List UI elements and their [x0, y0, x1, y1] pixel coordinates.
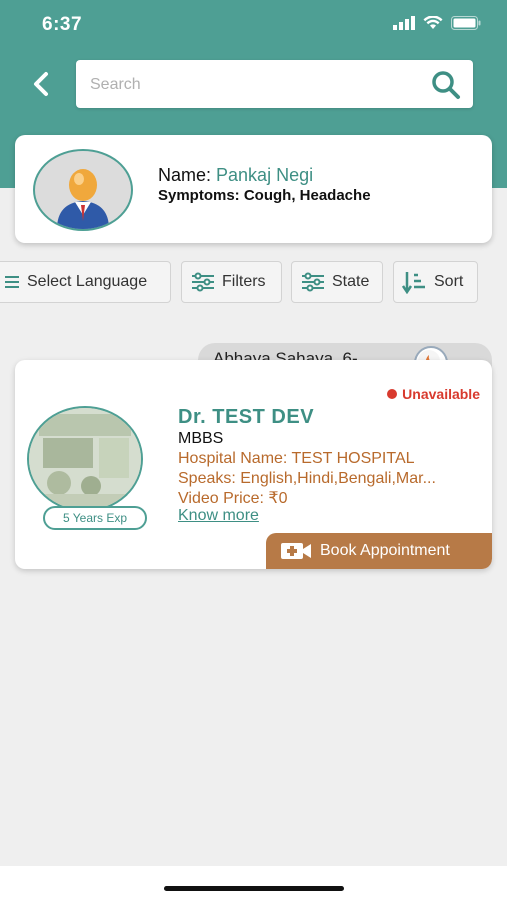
doctor-name: Dr. TEST DEV [178, 406, 315, 428]
doctor-photo [27, 406, 143, 512]
doctor-languages: Speaks: English,Hindi,Bengali,Mar... [178, 470, 436, 487]
patient-name-value: Pankaj Negi [216, 165, 314, 185]
filters-label: Filters [222, 273, 266, 290]
video-price: Video Price: ₹0 [178, 490, 288, 507]
sort-icon [402, 272, 425, 294]
book-appointment-label: Book Appointment [320, 542, 450, 559]
doctor-degree: MBBS [178, 430, 224, 447]
status-dot-icon [387, 389, 398, 399]
state-button[interactable]: State [291, 261, 383, 303]
signal-icon [393, 16, 415, 30]
home-indicator[interactable] [164, 886, 344, 891]
battery-icon [451, 16, 481, 30]
status-bar: 6:37 [0, 0, 507, 50]
patient-card: Name: Pankaj Negi Symptoms: Cough, Heada… [15, 135, 492, 243]
filters-button[interactable]: Filters [181, 261, 282, 303]
chevron-left-icon [34, 72, 48, 96]
select-language-button[interactable]: Select Language [0, 261, 171, 303]
search-icon[interactable] [431, 70, 461, 100]
doctor-hospital: Hospital Name: TEST HOSPITAL [178, 450, 415, 467]
wifi-icon [423, 16, 443, 29]
status-time: 6:37 [42, 14, 83, 35]
experience-badge: 5 Years Exp [43, 506, 147, 530]
search-box[interactable] [76, 60, 473, 110]
language-icon [5, 276, 19, 288]
availability-status: Unavailable [387, 386, 480, 402]
sort-label: Sort [434, 273, 464, 290]
know-more-link[interactable]: Know more [178, 507, 259, 525]
doctor-card[interactable]: 5 Years Exp Unavailable Dr. TEST DEV MBB… [15, 360, 492, 569]
select-language-label: Select Language [27, 273, 148, 290]
book-appointment-button[interactable]: Book Appointment [266, 533, 492, 569]
user-icon [57, 169, 109, 229]
patient-symptoms: Symptoms: Cough, Headache [158, 187, 371, 204]
filter-row: Select Language Filters State Sort [0, 261, 507, 305]
back-button[interactable] [26, 66, 56, 102]
video-call-icon [281, 543, 311, 559]
sliders-icon [302, 272, 324, 292]
home-bar [0, 866, 507, 900]
patient-name-label: Name: [158, 165, 212, 185]
sort-button[interactable]: Sort [393, 261, 478, 303]
sliders-icon [192, 272, 214, 292]
avatar [33, 149, 133, 231]
patient-name: Name: Pankaj Negi [158, 165, 313, 186]
availability-label: Unavailable [402, 386, 480, 402]
search-input[interactable] [88, 60, 412, 110]
status-icons [393, 16, 481, 30]
state-label: State [332, 273, 370, 290]
